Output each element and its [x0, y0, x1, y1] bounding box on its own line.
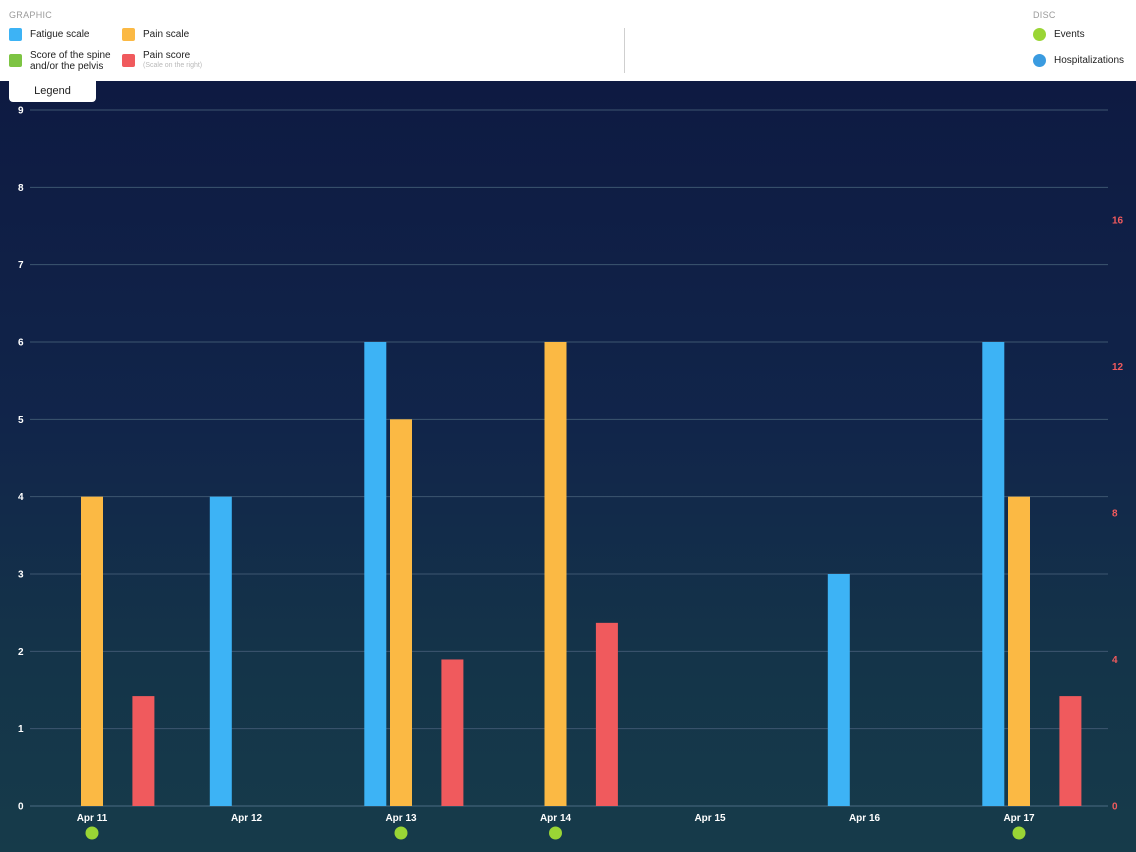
bar — [1008, 496, 1030, 806]
legend-item-pain-score[interactable]: Pain score (Scale on the right) — [122, 50, 202, 70]
pain-score-swatch — [122, 54, 135, 67]
y-left-tick-label: 6 — [18, 338, 24, 349]
legend-tab-button[interactable]: Legend — [9, 81, 96, 102]
y-right-tick-label: 0 — [1112, 802, 1118, 813]
bar — [827, 574, 850, 806]
x-tick-label: Apr 12 — [231, 813, 263, 824]
legend-label: Score of the spine and/or the pelvis — [30, 50, 111, 72]
y-left-tick-label: 2 — [18, 647, 24, 658]
bar — [364, 342, 387, 806]
bar — [390, 419, 412, 806]
bar — [209, 496, 232, 806]
event-dot-icon — [549, 826, 562, 840]
event-dot-icon — [85, 826, 99, 840]
y-left-tick-label: 5 — [18, 415, 24, 426]
x-tick-label: Apr 15 — [694, 813, 726, 824]
bar — [132, 696, 155, 806]
graphic-section-title: GRAPHIC — [9, 10, 53, 20]
fatigue-scale-swatch — [9, 28, 22, 41]
event-dot-icon — [394, 826, 408, 840]
pain-scale-swatch — [122, 28, 135, 41]
legend-item-pain-scale[interactable]: Pain scale — [122, 28, 189, 41]
spine-pelvis-score-swatch — [9, 54, 22, 67]
legend-item-spine-pelvis-score[interactable]: Score of the spine and/or the pelvis — [9, 50, 122, 72]
legend-item-hospitalizations[interactable]: Hospitalizations — [1033, 54, 1124, 67]
chart-svg: 01234567890481216Apr 11 Apr 12 Apr 13 Apr 1… — [18, 106, 1124, 840]
y-left-tick-label: 3 — [18, 570, 24, 581]
events-dot-icon — [1033, 28, 1046, 41]
y-left-tick-label: 7 — [18, 260, 24, 271]
panel-divider — [624, 28, 625, 73]
bar — [81, 496, 103, 806]
x-tick-label: Apr 13 — [385, 813, 417, 824]
y-left-tick-label: 4 — [18, 492, 24, 503]
chart-area: 0 1 2 3 4 5 6 7 8 9 0 4 8 12 16 Apr 11 Apr 12 Apr 13 Apr 1… — [0, 81, 1136, 852]
y-right-tick-label: 4 — [1112, 655, 1118, 666]
x-tick-label: Apr 14 — [540, 813, 572, 824]
x-tick-label: Apr 11 — [77, 813, 108, 824]
legend-label: Pain scale — [143, 29, 190, 40]
legend-label: Hospitalizations — [1054, 55, 1125, 66]
y-right-tick-label: 12 — [1112, 362, 1124, 373]
legend-label: Fatigue scale — [30, 29, 90, 40]
event-dot-icon — [1012, 826, 1026, 840]
legend-label: Events — [1054, 29, 1085, 40]
disc-section-title: DISC — [1033, 10, 1056, 20]
y-right-tick-label: 8 — [1112, 508, 1118, 519]
y-right-tick-label: 16 — [1112, 215, 1124, 226]
y-left-tick-label: 1 — [18, 724, 24, 735]
y-left-tick-label: 0 — [18, 802, 24, 813]
hospitalizations-dot-icon — [1033, 54, 1046, 67]
bar — [982, 342, 1005, 806]
legend-label: Pain score (Scale on the right) — [143, 50, 202, 70]
bar — [1059, 696, 1082, 806]
bar — [544, 342, 567, 806]
y-left-tick-label: 8 — [18, 183, 24, 194]
bar — [441, 659, 464, 806]
pain-score-label: Pain score — [143, 50, 191, 61]
legend-item-fatigue-scale[interactable]: Fatigue scale — [9, 28, 89, 41]
legend-panel: GRAPHIC Fatigue scale Pain scale Score o… — [0, 0, 1136, 81]
y-left-tick-label: 9 — [18, 106, 24, 117]
legend-item-events[interactable]: Events — [1033, 28, 1085, 41]
pain-score-sublabel: (Scale on the right) — [143, 62, 203, 69]
x-tick-label: Apr 16 — [849, 813, 881, 824]
bar — [595, 622, 618, 806]
x-tick-label: Apr 17 — [1003, 813, 1035, 824]
